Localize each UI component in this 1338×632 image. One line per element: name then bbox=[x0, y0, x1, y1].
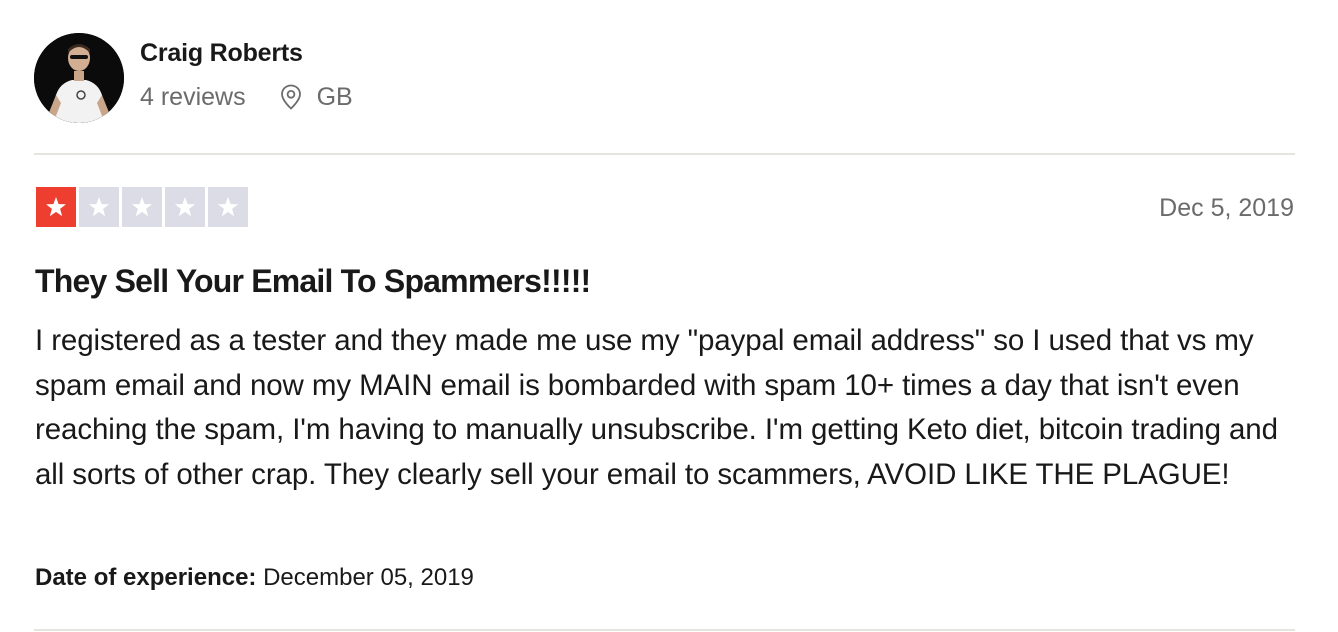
map-pin-icon bbox=[280, 84, 301, 110]
consumer-info: Craig Roberts 4 reviews GB bbox=[140, 33, 353, 112]
star-icon bbox=[132, 197, 152, 217]
review-date: Dec 5, 2019 bbox=[1159, 194, 1294, 222]
review-title[interactable]: They Sell Your Email To Spammers!!!!! bbox=[35, 261, 591, 301]
star-icon bbox=[175, 197, 195, 217]
reviews-count: 4 reviews bbox=[140, 83, 246, 111]
date-of-experience: Date of experience: December 05, 2019 bbox=[35, 562, 474, 594]
star-icon bbox=[89, 197, 109, 217]
review-body: I registered as a tester and they made m… bbox=[35, 324, 1278, 491]
star-4 bbox=[165, 187, 205, 227]
star-icon bbox=[218, 197, 238, 217]
consumer-meta: 4 reviews GB bbox=[140, 82, 353, 112]
star-1 bbox=[36, 187, 76, 227]
rating-row: Dec 5, 2019 bbox=[36, 187, 1294, 227]
consumer-header: Craig Roberts 4 reviews GB bbox=[34, 33, 353, 123]
star-5 bbox=[208, 187, 248, 227]
star-rating bbox=[36, 187, 1294, 227]
star-icon bbox=[46, 197, 66, 217]
experience-label: Date of experience: bbox=[35, 564, 257, 591]
consumer-name[interactable]: Craig Roberts bbox=[140, 38, 353, 68]
star-2 bbox=[79, 187, 119, 227]
divider bbox=[34, 153, 1295, 155]
experience-date: December 05, 2019 bbox=[263, 564, 474, 591]
divider bbox=[34, 629, 1295, 631]
avatar[interactable] bbox=[34, 33, 124, 123]
star-3 bbox=[122, 187, 162, 227]
country-code: GB bbox=[316, 83, 353, 111]
avatar-image bbox=[34, 33, 124, 123]
consumer-location: GB bbox=[279, 82, 353, 112]
review-card: Craig Roberts 4 reviews GB Dec 5, 2019 T… bbox=[0, 0, 1338, 632]
